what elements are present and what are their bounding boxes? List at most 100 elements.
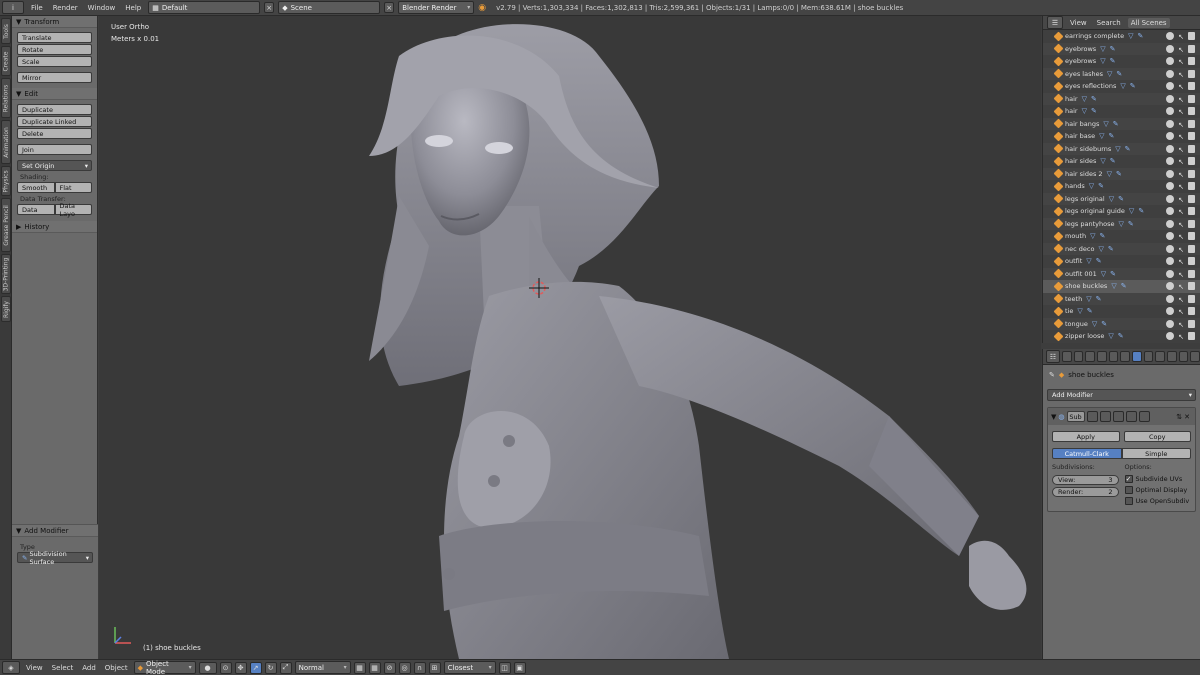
constraints-tab-icon[interactable] xyxy=(1120,351,1130,362)
cursor-select-icon[interactable]: ↖ xyxy=(1178,296,1184,304)
tab-grease-pencil[interactable]: Grease Pencil xyxy=(1,198,11,252)
render-camera-icon[interactable] xyxy=(1188,282,1195,290)
outliner-item[interactable]: shoe buckles ▽ ✎ ↖ xyxy=(1043,280,1200,293)
render-camera-icon[interactable] xyxy=(1188,57,1195,65)
render-camera-icon[interactable] xyxy=(1188,294,1195,303)
render-engine-dropdown[interactable]: Blender Render ▾ xyxy=(398,1,475,14)
3d-viewport[interactable]: User Ortho Meters x 0.01 (1) shoe buckle… xyxy=(99,16,1041,659)
snap-toggle-icon[interactable]: ∩ xyxy=(413,661,426,674)
outliner-item[interactable]: mouth ▽ ✎ ↖ xyxy=(1043,230,1200,243)
3d-cursor-icon[interactable] xyxy=(529,278,549,298)
layout-close-button[interactable]: × xyxy=(264,2,275,13)
outliner-item[interactable]: teeth ▽ ✎ ↖ xyxy=(1043,292,1200,305)
eye-icon[interactable] xyxy=(1166,69,1174,78)
delete-button[interactable]: Delete xyxy=(17,128,92,139)
menu-file[interactable]: File xyxy=(28,4,46,12)
set-origin-dropdown[interactable]: Set Origin ▾ xyxy=(17,160,92,171)
outliner-item[interactable]: nec deco ▽ ✎ ↖ xyxy=(1043,242,1200,255)
optimal-display-option[interactable]: Optimal Display xyxy=(1124,486,1192,494)
outliner-item[interactable]: eyebrows ▽ ✎ ↖ xyxy=(1043,42,1200,55)
lock-layers-icon[interactable]: ⊘ xyxy=(383,661,396,674)
layers-tab-icon[interactable] xyxy=(1073,351,1084,362)
outliner-item[interactable]: zipper loose ▽ ✎ ↖ xyxy=(1043,330,1200,343)
add-modifier-panel-header[interactable]: ▼ Add Modifier xyxy=(12,525,98,537)
3d-view-editor-button[interactable]: ◈ xyxy=(2,661,20,674)
cursor-select-icon[interactable]: ↖ xyxy=(1178,83,1184,91)
view-levels-field[interactable]: View: 3 xyxy=(1052,475,1119,485)
eye-icon[interactable] xyxy=(1166,294,1174,303)
render-camera-icon[interactable] xyxy=(1188,182,1195,190)
outliner-item[interactable]: hair base ▽ ✎ ↖ xyxy=(1043,130,1200,143)
menu-view[interactable]: View xyxy=(23,664,46,672)
outliner-item[interactable]: legs original guide ▽ ✎ ↖ xyxy=(1043,205,1200,218)
add-modifier-dropdown[interactable]: Add Modifier ▾ xyxy=(1047,389,1196,401)
render-camera-icon[interactable] xyxy=(1188,107,1195,115)
layout-dropdown[interactable]: ▦ Default xyxy=(148,1,261,14)
eye-icon[interactable] xyxy=(1166,144,1174,153)
render-camera-icon[interactable] xyxy=(1188,232,1195,240)
outliner-item[interactable]: outfit 001 ▽ ✎ ↖ xyxy=(1043,267,1200,280)
collapse-triangle-icon[interactable]: ▼ xyxy=(1051,413,1056,421)
render-camera-icon[interactable] xyxy=(1188,244,1195,253)
pin-icon[interactable]: ✎ xyxy=(1049,371,1055,379)
eye-icon[interactable] xyxy=(1166,282,1174,290)
physics-tab-icon[interactable] xyxy=(1190,351,1200,362)
menu-render[interactable]: Render xyxy=(50,4,81,12)
object-tab-icon[interactable] xyxy=(1108,351,1119,362)
outliner-search-menu[interactable]: Search xyxy=(1094,18,1124,28)
outliner-item[interactable]: hair ▽ ✎ ↖ xyxy=(1043,92,1200,105)
cursor-select-icon[interactable]: ↖ xyxy=(1178,233,1184,241)
data-tab-icon[interactable] xyxy=(1143,351,1154,362)
modifier-name-field[interactable]: Sub xyxy=(1066,411,1085,422)
eye-icon[interactable] xyxy=(1166,269,1174,278)
move-up-down-icon[interactable]: ⇅ xyxy=(1176,413,1182,421)
cursor-select-icon[interactable]: ↖ xyxy=(1178,208,1184,216)
shading-dropdown-icon[interactable]: ● xyxy=(198,661,217,674)
eye-icon[interactable] xyxy=(1166,232,1174,240)
catmull-clark-toggle[interactable]: Catmull-Clark xyxy=(1052,448,1122,459)
apply-button[interactable]: Apply xyxy=(1052,431,1120,442)
eye-icon[interactable] xyxy=(1166,257,1174,265)
cursor-select-icon[interactable]: ↖ xyxy=(1178,33,1184,41)
cursor-select-icon[interactable]: ↖ xyxy=(1178,183,1184,191)
outliner-item[interactable]: hair sides ▽ ✎ ↖ xyxy=(1043,155,1200,168)
outliner-item[interactable]: hair sides 2 ▽ ✎ ↖ xyxy=(1043,167,1200,180)
modifiers-tab-icon[interactable] xyxy=(1131,351,1142,362)
menu-help[interactable]: Help xyxy=(122,4,144,12)
menu-object[interactable]: Object xyxy=(102,664,131,672)
rotate-button[interactable]: Rotate xyxy=(17,44,92,55)
cursor-select-icon[interactable]: ↖ xyxy=(1178,308,1184,316)
outliner-item[interactable]: eyes lashes ▽ ✎ ↖ xyxy=(1043,67,1200,80)
render-levels-field[interactable]: Render: 2 xyxy=(1052,487,1119,497)
checkbox-unchecked-icon[interactable] xyxy=(1124,497,1133,505)
outliner-item[interactable]: tongue ▽ ✎ ↖ xyxy=(1043,317,1200,330)
checkbox-unchecked-icon[interactable] xyxy=(1124,486,1133,494)
duplicate-linked-button[interactable]: Duplicate Linked xyxy=(17,116,92,127)
viewport-toggle-icon[interactable] xyxy=(1112,411,1124,422)
tab-relations[interactable]: Relations xyxy=(1,78,11,118)
cursor-select-icon[interactable]: ↖ xyxy=(1178,246,1184,254)
render-camera-icon[interactable] xyxy=(1188,144,1195,153)
shade-flat-button[interactable]: Flat xyxy=(54,182,92,193)
cursor-select-icon[interactable]: ↖ xyxy=(1178,133,1184,141)
proportional-edit-icon[interactable]: ◎ xyxy=(398,661,411,674)
material-tab-icon[interactable] xyxy=(1155,351,1165,362)
eye-icon[interactable] xyxy=(1166,194,1174,203)
scene-dropdown[interactable]: ◆ Scene xyxy=(278,1,381,14)
layer-buttons-icon[interactable]: ▦ xyxy=(353,661,366,674)
copy-button[interactable]: Copy xyxy=(1123,431,1191,442)
outliner-view-menu[interactable]: View xyxy=(1067,18,1090,28)
join-button[interactable]: Join xyxy=(17,144,92,155)
texture-tab-icon[interactable] xyxy=(1166,351,1177,362)
outliner-editor-button[interactable]: ☰ xyxy=(1047,16,1063,29)
rotate-manipulator-icon[interactable]: ↻ xyxy=(264,661,277,674)
eye-icon[interactable] xyxy=(1166,169,1174,178)
cursor-select-icon[interactable]: ↖ xyxy=(1178,196,1184,204)
properties-editor-button[interactable]: ☷ xyxy=(1046,350,1060,363)
orientation-dropdown[interactable]: Normal ▾ xyxy=(294,661,351,674)
cursor-select-icon[interactable]: ↖ xyxy=(1178,333,1184,341)
outliner-item[interactable]: legs original ▽ ✎ ↖ xyxy=(1043,192,1200,205)
eye-icon[interactable] xyxy=(1166,319,1174,328)
outliner-item[interactable]: hair sideburns ▽ ✎ ↖ xyxy=(1043,142,1200,155)
transform-panel-header[interactable]: ▼ Transform xyxy=(12,16,97,28)
